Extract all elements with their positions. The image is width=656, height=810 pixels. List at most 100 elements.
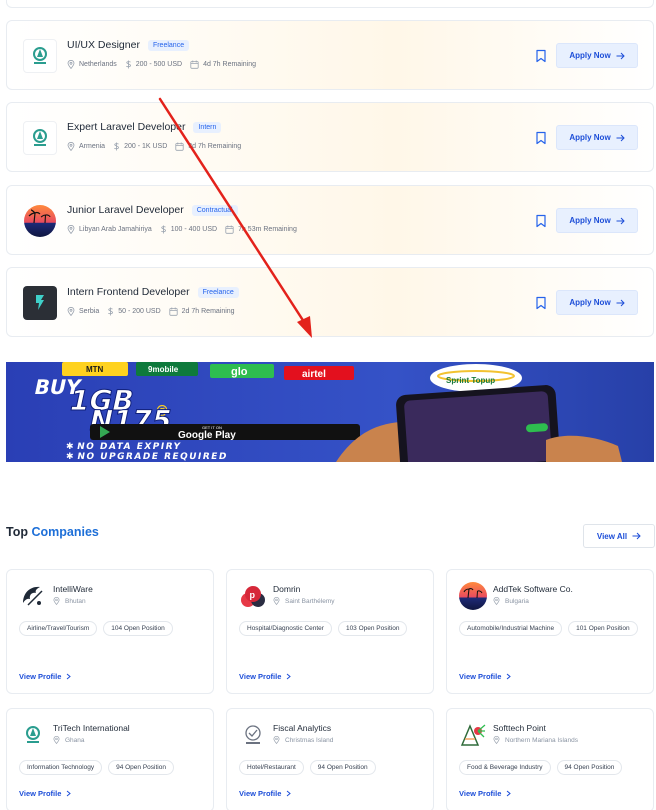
company-card[interactable]: TriTech International Ghana Information … — [6, 708, 214, 810]
view-profile-link[interactable]: View Profile — [459, 789, 512, 798]
company-name[interactable]: AddTek Software Co. — [493, 584, 573, 594]
view-all-label: View All — [596, 531, 628, 541]
chevron-right-icon — [507, 790, 512, 797]
job-type-badge: Intern — [193, 121, 222, 133]
location-icon — [53, 597, 60, 605]
dollar-icon — [114, 142, 119, 151]
view-all-button[interactable]: View All — [583, 524, 655, 548]
company-name[interactable]: IntelliWare — [53, 584, 93, 594]
job-salary: 50 - 200 USD — [118, 308, 161, 315]
view-profile-link[interactable]: View Profile — [459, 672, 512, 681]
job-title[interactable]: Junior Laravel Developer — [67, 204, 184, 216]
company-location: Bhutan — [65, 597, 86, 605]
view-profile-link[interactable]: View Profile — [19, 672, 72, 681]
dollar-icon — [108, 307, 114, 316]
banner-bullet-2: NO UPGRADE REQUIRED — [76, 452, 228, 462]
view-profile-label: View Profile — [239, 789, 282, 798]
location-icon — [493, 597, 500, 605]
apply-now-button[interactable]: Apply Now — [556, 208, 638, 233]
apply-now-label: Apply Now — [569, 298, 611, 307]
job-card[interactable]: Expert Laravel Developer Intern Armenia … — [6, 102, 654, 172]
company-card[interactable]: AddTek Software Co. Bulgaria Automobile/… — [446, 569, 654, 694]
page: UI/UX Designer Freelance Netherlands 200… — [0, 0, 656, 810]
company-card[interactable]: Softtech Point Northern Mariana Islands … — [446, 708, 654, 810]
industry-tag: Hotel/Restaurant — [239, 760, 304, 775]
view-profile-link[interactable]: View Profile — [239, 789, 292, 798]
calendar-icon — [169, 307, 178, 316]
apply-now-button[interactable]: Apply Now — [556, 290, 638, 315]
job-location: Armenia — [79, 143, 106, 150]
bookmark-icon[interactable] — [535, 214, 547, 228]
bookmark-icon[interactable] — [535, 49, 547, 63]
svg-text:p: p — [250, 590, 256, 600]
ad-banner[interactable]: MTN 9mobile glo airtel BUY 1GB @ N175 GE… — [6, 362, 654, 462]
job-type-badge: Freelance — [197, 286, 239, 298]
job-card[interactable]: Junior Laravel Developer Contractual Lib… — [6, 185, 654, 255]
location-icon — [67, 225, 75, 234]
arrow-right-icon — [616, 217, 625, 224]
view-profile-label: View Profile — [459, 789, 502, 798]
network-glo: glo — [231, 366, 248, 378]
apply-now-label: Apply Now — [569, 51, 611, 60]
job-salary: 100 - 400 USD — [170, 226, 218, 233]
company-name[interactable]: Softtech Point — [493, 723, 546, 733]
company-location: Bulgaria — [505, 597, 529, 605]
industry-tag: Automobile/Industrial Machine — [459, 621, 563, 636]
company-name[interactable]: Fiscal Analytics — [273, 723, 331, 733]
apply-now-button[interactable]: Apply Now — [556, 43, 638, 68]
apply-now-label: Apply Now — [569, 216, 611, 225]
calendar-icon — [175, 142, 184, 151]
job-title[interactable]: UI/UX Designer — [67, 39, 140, 51]
company-logo — [23, 286, 57, 320]
job-remaining: 2d 7h Remaining — [181, 308, 235, 315]
apply-now-button[interactable]: Apply Now — [556, 125, 638, 150]
calendar-icon — [190, 60, 199, 69]
location-icon — [67, 142, 75, 151]
company-logo: p — [238, 581, 268, 611]
location-icon — [273, 736, 280, 744]
chevron-right-icon — [507, 673, 512, 680]
company-logo — [23, 121, 57, 155]
location-icon — [53, 736, 60, 744]
bookmark-icon[interactable] — [535, 296, 547, 310]
job-location: Serbia — [79, 308, 100, 315]
company-logo — [18, 581, 48, 611]
company-card[interactable]: IntelliWare Bhutan Airline/Travel/Touris… — [6, 569, 214, 694]
company-logo — [23, 39, 57, 73]
company-name[interactable]: Domrin — [273, 584, 300, 594]
top-companies-heading: Top Companies — [6, 525, 99, 539]
job-title[interactable]: Expert Laravel Developer — [67, 121, 185, 133]
company-location: Northern Mariana Islands — [505, 736, 578, 744]
bookmark-icon[interactable] — [535, 131, 547, 145]
apply-now-label: Apply Now — [569, 133, 611, 142]
view-profile-link[interactable]: View Profile — [239, 672, 292, 681]
dollar-icon — [125, 60, 131, 69]
industry-tag: Airline/Travel/Tourism — [19, 621, 98, 636]
job-salary: 200 - 500 USD — [135, 61, 183, 68]
job-location: Libyan Arab Jamahiriya — [79, 226, 152, 233]
company-card[interactable]: Fiscal Analytics Christmas Island Hotel/… — [226, 708, 434, 810]
job-card[interactable]: UI/UX Designer Freelance Netherlands 200… — [6, 20, 654, 90]
job-type-badge: Contractual — [191, 204, 238, 216]
dollar-icon — [160, 225, 166, 234]
job-title[interactable]: Intern Frontend Developer — [67, 286, 190, 298]
company-card[interactable]: p Domrin Saint Barthélemy Hospital/Diagn… — [226, 569, 434, 694]
job-location: Netherlands — [79, 61, 117, 68]
company-name[interactable]: TriTech International — [53, 723, 130, 733]
arrow-right-icon — [616, 52, 625, 59]
location-icon — [273, 597, 280, 605]
job-card-partial — [6, 0, 654, 8]
job-card[interactable]: Intern Frontend Developer Freelance Serb… — [6, 267, 654, 337]
banner-bullet-1: NO DATA EXPIRY — [76, 442, 182, 452]
chevron-right-icon — [287, 673, 292, 680]
arrow-right-icon — [616, 299, 625, 306]
view-profile-label: View Profile — [19, 672, 62, 681]
company-logo — [23, 204, 57, 238]
view-profile-label: View Profile — [19, 789, 62, 798]
ad-banner-artwork: MTN 9mobile glo airtel BUY 1GB @ N175 GE… — [6, 362, 654, 462]
brand-name: Sprint Topup — [446, 376, 495, 385]
arrow-right-icon — [616, 134, 625, 141]
view-profile-link[interactable]: View Profile — [19, 789, 72, 798]
company-location: Ghana — [65, 736, 85, 744]
open-position-tag: 94 Open Position — [108, 760, 174, 775]
